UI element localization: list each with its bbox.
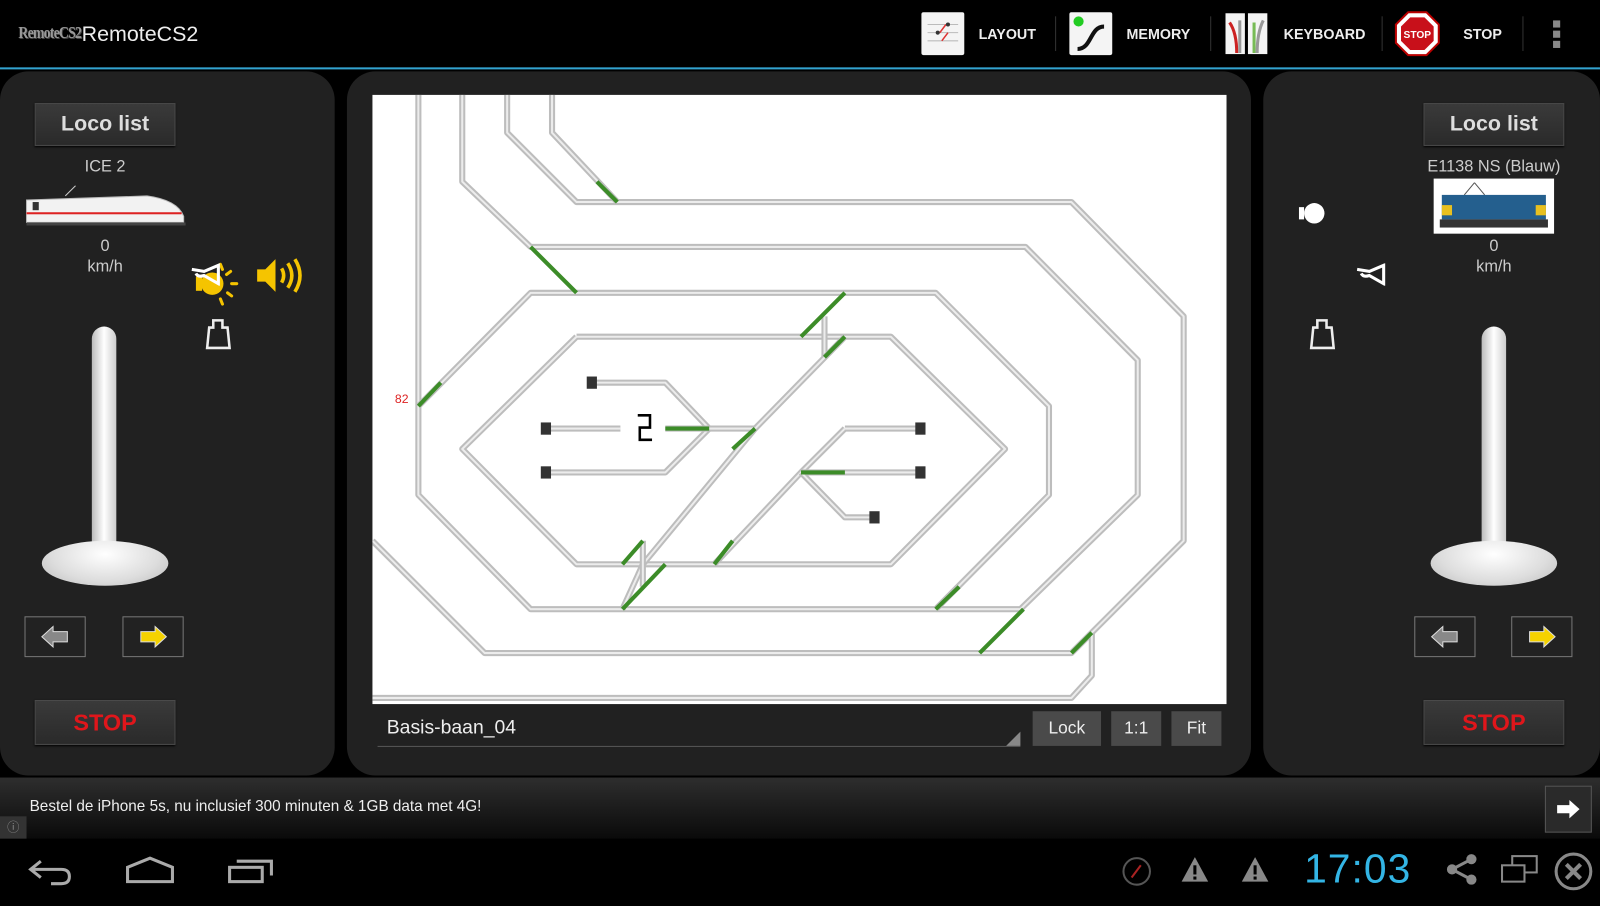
arrow-right-icon	[140, 625, 168, 648]
right-loco-panel: Loco list E1138 NS (Blauw) 0 km/h STOP	[1263, 71, 1600, 776]
speed-slider[interactable]	[1481, 326, 1507, 552]
dropdown-corner-icon[interactable]	[1006, 731, 1021, 746]
track	[372, 632, 1095, 702]
layout-label: LAYOUT	[978, 25, 1036, 42]
arrow-right-icon	[1529, 625, 1556, 648]
direction-forward-button[interactable]	[1511, 616, 1573, 658]
slider-track[interactable]	[1481, 326, 1507, 552]
divider	[1055, 16, 1057, 52]
switch[interactable]	[712, 539, 735, 566]
loco-image-ice[interactable]	[24, 182, 186, 234]
share-icon	[1446, 854, 1477, 885]
track-layout-canvas[interactable]: 82	[370, 94, 1227, 705]
signal-icon[interactable]	[637, 414, 653, 442]
system-nav-bar: 17:03	[0, 838, 1600, 906]
divider	[1522, 16, 1524, 52]
overflow-menu-icon[interactable]	[1553, 20, 1561, 49]
divider	[1210, 16, 1212, 52]
layout-icon	[921, 12, 965, 56]
speed-readout: 0 km/h	[1386, 237, 1600, 278]
warning-icon	[1181, 857, 1209, 882]
light-icon[interactable]	[1298, 201, 1329, 231]
recent-apps-icon[interactable]	[227, 857, 276, 886]
warning-icon	[1241, 857, 1269, 882]
close-app-icon[interactable]	[1553, 851, 1594, 892]
switch[interactable]	[529, 245, 578, 295]
sound-icon[interactable]	[255, 255, 306, 301]
weight-icon[interactable]	[1309, 318, 1336, 356]
back-icon[interactable]	[27, 857, 74, 886]
stop-action[interactable]: STOP STOP	[1394, 0, 1502, 67]
speedometer-icon	[1122, 857, 1152, 886]
weight-icon[interactable]	[205, 318, 232, 356]
switch[interactable]	[416, 381, 443, 408]
loco-stop-button[interactable]: STOP	[34, 699, 176, 745]
speed-unit: km/h	[1476, 258, 1512, 276]
keyboard-label: KEYBOARD	[1283, 25, 1366, 42]
track	[415, 94, 1141, 613]
memory-action[interactable]: MEMORY	[1069, 0, 1190, 67]
buffer-stop	[915, 422, 926, 435]
stop-sign-text: STOP	[1404, 30, 1432, 41]
stop-label: STOP	[1463, 25, 1502, 42]
loco-stop-button[interactable]: STOP	[1423, 699, 1565, 745]
arrow-right-icon	[1557, 799, 1580, 819]
left-loco-panel: Loco list ICE 2 0 km/h STOP	[0, 71, 335, 776]
ad-text[interactable]: Bestel de iPhone 5s, nu inclusief 300 mi…	[30, 798, 482, 815]
fit-button[interactable]: Fit	[1171, 711, 1222, 746]
memory-label: MEMORY	[1126, 25, 1191, 42]
speed-unit: km/h	[87, 258, 123, 276]
slider-track[interactable]	[91, 326, 117, 552]
horn-icon[interactable]	[1355, 262, 1386, 291]
buffer-stop	[915, 466, 926, 479]
layout-select-underline	[377, 745, 1021, 747]
switch[interactable]	[978, 607, 1025, 655]
direction-reverse-button[interactable]	[24, 616, 86, 658]
buffer-stop	[869, 511, 880, 524]
block-label: 82	[394, 391, 409, 407]
home-icon[interactable]	[124, 855, 175, 886]
action-bar: RemoteCS2 RemoteCS2 LAYOUT MEMORY KEYBOA…	[0, 0, 1600, 70]
arrow-left-icon	[1430, 625, 1458, 648]
buffer-stop	[540, 422, 552, 435]
speed-slider[interactable]	[91, 326, 117, 552]
track-inner	[417, 94, 1139, 611]
slider-knob[interactable]	[1430, 540, 1558, 586]
loco-image-e1138[interactable]	[1433, 178, 1555, 234]
slider-knob[interactable]	[41, 540, 169, 586]
layout-name[interactable]: Basis-baan_04	[387, 717, 516, 739]
layout-action[interactable]: LAYOUT	[921, 0, 1036, 67]
loco-list-button[interactable]: Loco list	[34, 103, 176, 146]
lock-button[interactable]: Lock	[1032, 711, 1102, 746]
app-title: RemoteCS2	[81, 22, 199, 46]
buffer-stop	[586, 376, 597, 389]
track-inner	[372, 632, 1093, 699]
speed-value: 0	[100, 237, 110, 256]
buffer-stop	[540, 466, 552, 479]
keyboard-action[interactable]: KEYBOARD	[1224, 0, 1365, 67]
switch[interactable]	[934, 585, 961, 611]
loco-name: ICE 2	[84, 158, 126, 176]
app-logo: RemoteCS2	[18, 22, 82, 42]
divider	[1381, 16, 1383, 52]
speed-readout: 0 km/h	[0, 237, 210, 278]
horn-icon[interactable]	[190, 262, 221, 291]
screen-mirror-icon	[1501, 855, 1538, 883]
ad-arrow-button[interactable]	[1544, 785, 1592, 833]
ad-info-icon[interactable]: ⓘ	[0, 816, 27, 839]
direction-reverse-button[interactable]	[1414, 616, 1476, 658]
loco-name: E1138 NS (Blauw)	[1427, 158, 1561, 176]
loco-list-button[interactable]: Loco list	[1423, 103, 1565, 146]
memory-icon	[1069, 12, 1113, 56]
speed-value: 0	[1489, 237, 1499, 256]
direction-forward-button[interactable]	[122, 616, 184, 658]
clock: 17:03	[1304, 846, 1412, 892]
track-inner	[800, 471, 875, 519]
keyboard-icon	[1224, 12, 1270, 56]
track-diagram[interactable]	[370, 94, 1226, 704]
arrow-left-icon	[41, 625, 68, 648]
zoom-1-1-button[interactable]: 1:1	[1111, 711, 1162, 746]
ad-banner[interactable]: Bestel de iPhone 5s, nu inclusief 300 mi…	[0, 777, 1600, 839]
stop-sign-icon: STOP	[1394, 10, 1441, 57]
